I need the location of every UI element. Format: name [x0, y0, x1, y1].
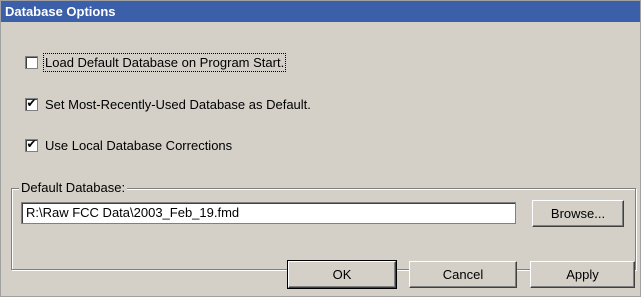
local-corrections-checkbox[interactable]: ✔: [25, 136, 38, 152]
option-set-mru-default[interactable]: ✔ Set Most-Recently-Used Database as Def…: [25, 96, 311, 112]
option-load-default[interactable]: Load Default Database on Program Start.: [25, 52, 287, 72]
cancel-button[interactable]: Cancel: [409, 261, 517, 288]
load-default-checkbox[interactable]: [25, 54, 38, 69]
local-corrections-label[interactable]: Use Local Database Corrections: [45, 138, 232, 153]
checkmark-icon: ✔: [26, 136, 37, 151]
default-database-group-label: Default Database:: [19, 180, 128, 195]
option-local-corrections[interactable]: ✔ Use Local Database Corrections: [25, 137, 232, 153]
load-default-label[interactable]: Load Default Database on Program Start.: [42, 52, 287, 72]
set-mru-default-checkbox[interactable]: ✔: [25, 95, 38, 111]
dialog-title: Database Options: [1, 1, 640, 22]
default-database-path-input[interactable]: R:\Raw FCC Data\2003_Feb_19.fmd: [21, 202, 516, 224]
checkmark-icon: [26, 54, 37, 65]
checkmark-icon: ✔: [26, 95, 37, 110]
database-options-dialog: Database Options Load Default Database o…: [0, 0, 641, 297]
set-mru-default-label[interactable]: Set Most-Recently-Used Database as Defau…: [45, 97, 311, 112]
apply-button[interactable]: Apply: [530, 261, 635, 288]
browse-button[interactable]: Browse...: [532, 200, 624, 227]
ok-button[interactable]: OK: [287, 260, 397, 289]
